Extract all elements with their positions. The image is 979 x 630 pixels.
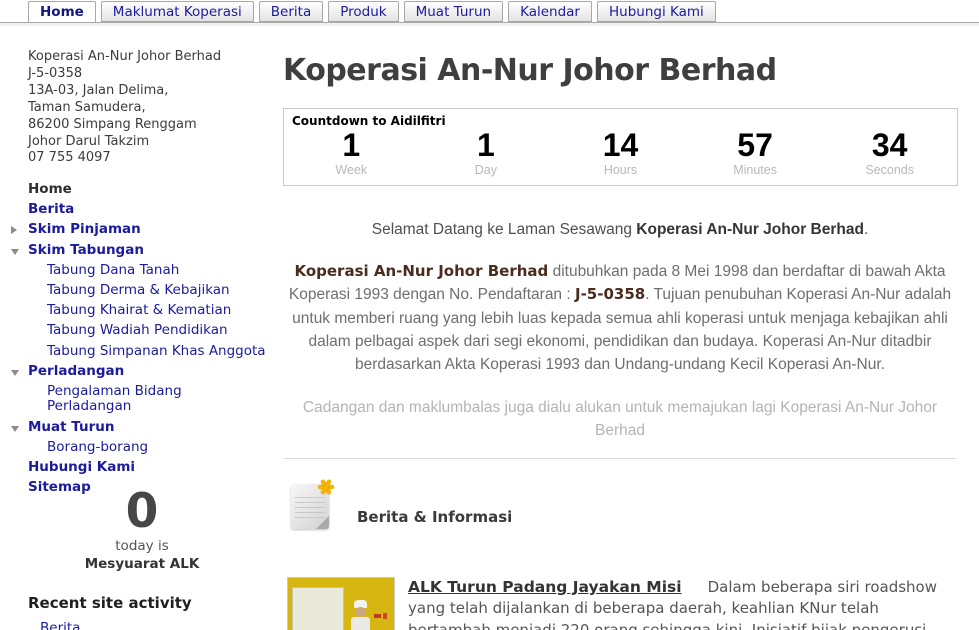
sidebar-item-label: Skim Pinjaman [28,221,141,238]
countdown-minutes: 57 Minutes [688,127,823,178]
sidebar-address: Koperasi An-Nur Johor Berhad J-5-0358 13… [28,49,221,167]
nav-tabs: Home Maklumat Koperasi Berita Produk Mua… [28,1,716,23]
welcome-period: . [863,221,869,238]
address-line: J-5-0358 [28,65,83,81]
welcome-text: Selamat Datang ke Laman Sesawang [371,221,637,238]
address-line: Taman Samudera, [28,99,146,115]
news-note-icon [291,478,337,532]
welcome-line: Selamat Datang ke Laman Sesawang Koperas… [283,221,957,239]
sidebar-item-tabung-khairat-kematian[interactable]: Tabung Khairat & Kematian [28,303,268,319]
sidebar-item-tabung-simpanan-khas[interactable]: Tabung Simpanan Khas Anggota [28,343,268,360]
countdown-hours: 14 Hours [553,127,688,178]
sidebar-item-tabung-derma-kebajikan[interactable]: Tabung Derma & Kebajikan [28,282,268,299]
sidebar-item-borang-borang[interactable]: Borang-borang [28,439,268,456]
news-item: ALK Turun Padang Jayakan Misi Dalam beber… [287,577,957,630]
countdown-title: Countdown to Aidilfitri [292,114,446,128]
sidebar-item-label: Muat Turun [28,418,115,435]
address-line: 07 755 4097 [28,150,111,166]
countdown-label: Hours [603,163,638,177]
section-divider [284,458,956,459]
countdown-value: 14 [602,127,639,163]
tab-home[interactable]: Home [28,1,96,23]
page-title: Koperasi An-Nur Johor Berhad [283,53,777,88]
welcome-bold: Koperasi An-Nur Johor Berhad [636,221,864,238]
news-thumbnail[interactable] [287,577,395,630]
tab-muat-turun[interactable]: Muat Turun [403,1,504,22]
address-line: Johor Darul Takzim [28,133,150,149]
about-bold-name: Koperasi An-Nur Johor Berhad [294,262,549,280]
countdown-value: 1 [476,127,495,163]
countdown-gadget: Countdown to Aidilfitri 1 Week 1 Day 14 … [283,108,958,186]
recent-activity-heading: Recent site activity [28,594,192,612]
star-icon [317,478,335,496]
counter-event: Mesyuarat ALK [84,556,200,572]
countdown-value: 57 [737,127,773,163]
page: Home Maklumat Koperasi Berita Produk Mua… [0,0,979,630]
countdown-label: Minutes [733,163,777,177]
sidebar-item-muat-turun[interactable]: Muat Turun [11,418,268,436]
day-counter: 0 today is Mesyuarat ALK [28,484,256,573]
sidebar-item-berita[interactable]: Berita [28,202,268,218]
chevron-down-icon[interactable] [11,248,19,255]
address-line: 13A-03, Jalan Delima, [28,82,169,98]
address-line: Koperasi An-Nur Johor Berhad [28,49,222,64]
about-paragraph: Koperasi An-Nur Johor Berhad ditubuhkan … [283,260,957,376]
countdown-week: 1 Week [284,127,419,178]
news-section-title: Berita & Informasi [357,508,513,526]
counter-caption: today is [115,538,169,554]
tab-produk[interactable]: Produk [328,1,399,22]
countdown-day: 1 Day [419,127,554,178]
sidebar-item-label: Skim Tabungan [28,241,144,258]
tab-maklumat-koperasi[interactable]: Maklumat Koperasi [100,1,254,22]
recent-activity-link-berita[interactable]: Berita [40,620,80,630]
sidebar-item-pengalaman-perladangan[interactable]: Pengalaman Bidang Perladangan [28,383,268,415]
sidebar-nav: Home Berita Skim Pinjaman Skim Tabungan … [11,181,268,500]
countdown-value: 34 [871,127,908,163]
sidebar-item-hubungi-kami[interactable]: Hubungi Kami [28,459,268,476]
nav-divider-shade [0,23,979,26]
sidebar-item-tabung-wadiah-pendidikan[interactable]: Tabung Wadiah Pendidikan [28,323,268,339]
counter-value: 0 [125,484,159,539]
feedback-paragraph: Cadangan dan maklumbalas juga dialu aluk… [302,399,938,439]
paper-fold [316,516,329,529]
sidebar-item-tabung-dana-tanah[interactable]: Tabung Dana Tanah [28,262,268,279]
top-nav: Home Maklumat Koperasi Berita Produk Mua… [0,0,979,26]
address-line: 86200 Simpang Renggam [28,116,197,132]
countdown-label: Day [474,163,497,177]
news-item-title-link[interactable]: ALK Turun Padang Jayakan Misi [408,578,682,596]
sidebar-item-skim-pinjaman[interactable]: Skim Pinjaman [11,221,268,238]
news-body: ALK Turun Padang Jayakan Misi Dalam beber… [408,577,956,630]
chevron-right-icon[interactable] [11,226,17,235]
countdown-units: 1 Week 1 Day 14 Hours 57 Minutes 34 Seco… [284,127,957,178]
countdown-seconds: 34 Seconds [822,127,957,178]
sidebar-item-label: Perladangan [28,362,125,379]
countdown-value: 1 [342,127,361,163]
sidebar-item-skim-tabungan[interactable]: Skim Tabungan [11,241,268,259]
countdown-label: Seconds [865,163,914,177]
tab-berita[interactable]: Berita [258,1,324,22]
sidebar-item-home[interactable]: Home [28,181,268,198]
chevron-down-icon[interactable] [11,369,19,376]
tab-kalendar[interactable]: Kalendar [508,1,592,22]
sidebar-item-perladangan[interactable]: Perladangan [11,362,268,380]
tab-hubungi-kami[interactable]: Hubungi Kami [596,1,716,22]
countdown-label: Week [335,163,368,177]
about-bold-regno: J-5-0358 [574,285,646,304]
chevron-down-icon[interactable] [11,425,19,432]
